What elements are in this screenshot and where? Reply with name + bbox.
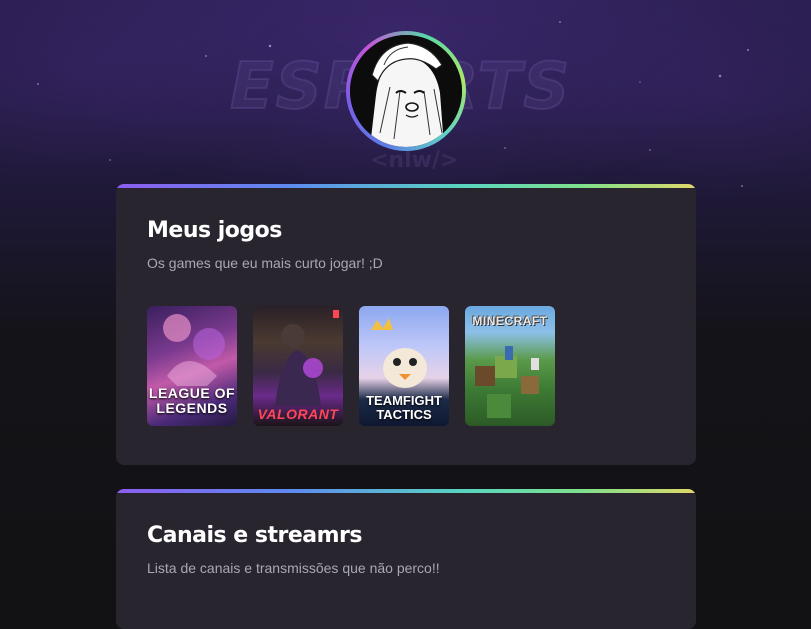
game-title: TEAMFIGHT TACTICS bbox=[366, 393, 442, 422]
game-card-league-of-legends[interactable]: LEAGUE OF LEGENDS bbox=[147, 306, 237, 426]
game-card-teamfight-tactics[interactable]: TEAMFIGHT TACTICS bbox=[359, 306, 449, 426]
section-title: Canais e streamrs bbox=[147, 523, 362, 548]
section-subtitle: Lista de canais e transmissões que não p… bbox=[147, 560, 440, 576]
gradient-accent-bar bbox=[116, 184, 696, 188]
section-title: Meus jogos bbox=[147, 218, 282, 243]
games-section: Meus jogos Os games que eu mais curto jo… bbox=[116, 184, 696, 465]
game-card-minecraft[interactable]: MINECRAFT bbox=[465, 306, 555, 426]
game-title: VALORANT bbox=[257, 406, 339, 422]
avatar[interactable] bbox=[346, 31, 466, 151]
game-title: LEAGUE OF LEGENDS bbox=[148, 385, 236, 416]
channels-section: Canais e streamrs Lista de canais e tran… bbox=[116, 489, 696, 629]
game-card-valorant[interactable]: VALORANT bbox=[253, 306, 343, 426]
section-subtitle: Os games que eu mais curto jogar! ;D bbox=[147, 255, 383, 271]
anime-girl-avatar-icon bbox=[350, 35, 462, 147]
watermark-subtext: <nlw/> bbox=[370, 148, 459, 173]
gradient-accent-bar bbox=[116, 489, 696, 493]
game-title: MINECRAFT bbox=[472, 314, 548, 328]
